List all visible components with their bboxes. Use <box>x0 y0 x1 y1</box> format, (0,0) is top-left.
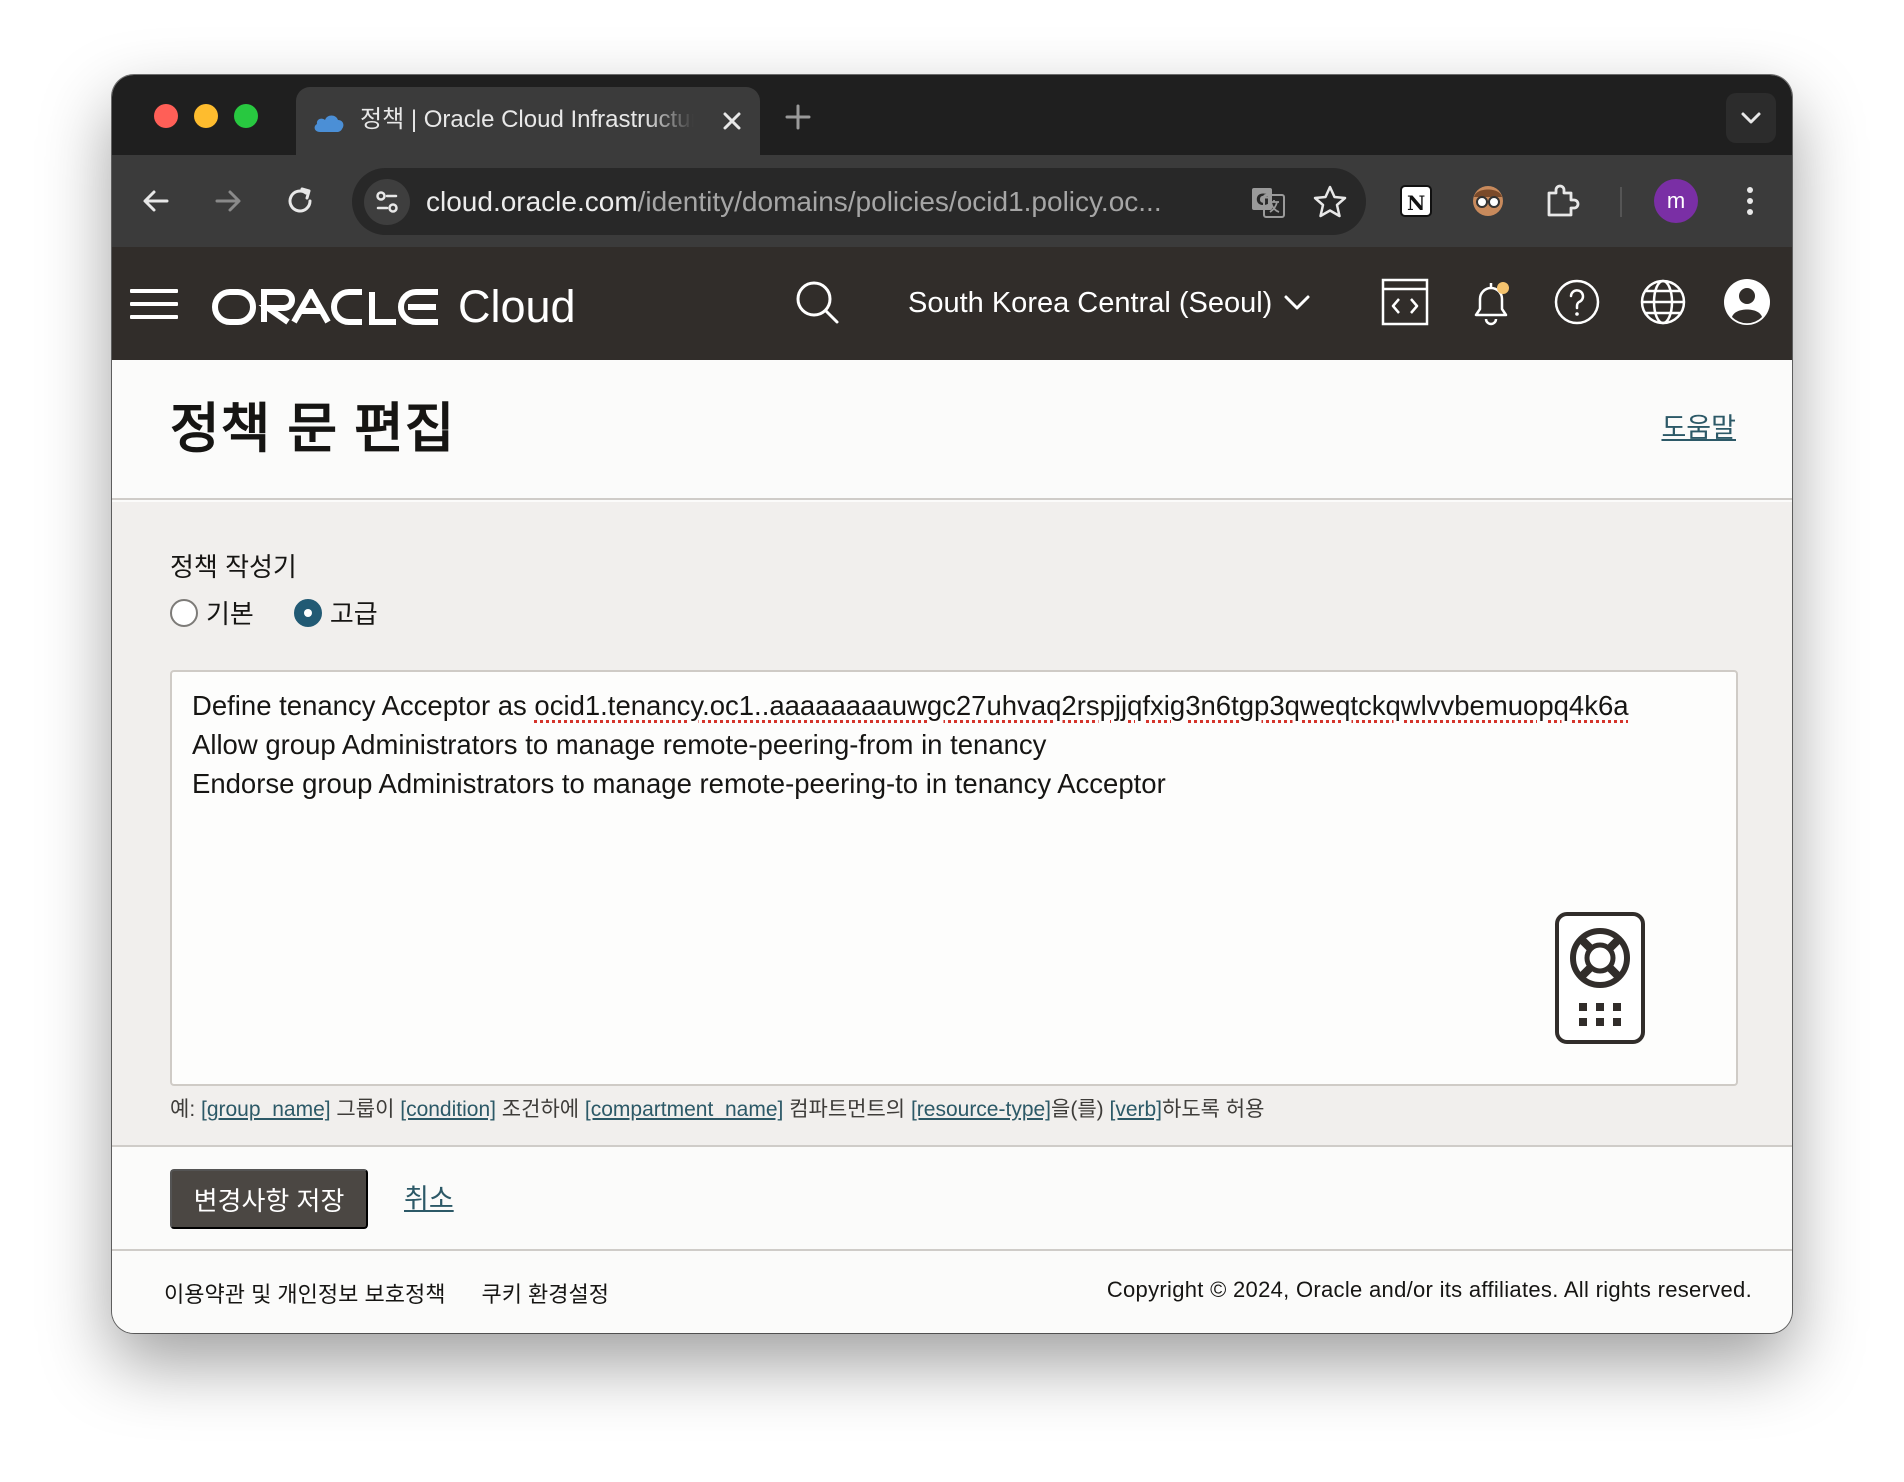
policy-line-define: Define tenancy Acceptor as ocid1.tenancy… <box>192 686 1716 725</box>
close-tab-icon[interactable] <box>718 107 746 135</box>
brand-cloud-text: Cloud <box>458 281 576 332</box>
profile-avatar[interactable]: m <box>1654 179 1698 223</box>
close-window-button[interactable] <box>154 104 178 128</box>
forward-arrow-icon[interactable] <box>206 179 250 223</box>
policy-builder-mode: 기본 고급 <box>170 594 418 631</box>
bookmark-star-icon[interactable] <box>1310 182 1350 222</box>
chevron-down-icon <box>1741 112 1761 124</box>
url-domain: cloud.oracle.com <box>426 186 638 217</box>
address-bar[interactable]: cloud.oracle.com/identity/domains/polici… <box>352 168 1366 235</box>
policy-statements-textarea[interactable]: Define tenancy Acceptor as ocid1.tenancy… <box>170 670 1738 1086</box>
hint-text: 그룹이 <box>330 1098 401 1121</box>
page-title: 정책 문 편집 <box>170 399 456 459</box>
radio-basic[interactable]: 기본 <box>170 594 254 631</box>
browser-tab-active[interactable]: 정책 | Oracle Cloud Infrastructure <box>296 87 760 155</box>
footer-links: 이용약관 및 개인정보 보호정책 쿠키 환경설정 <box>164 1277 609 1309</box>
radio-basic-label: 기본 <box>206 599 254 629</box>
oracle-wordmark-icon <box>212 289 438 325</box>
window-controls <box>154 104 258 128</box>
radio-advanced-button[interactable] <box>293 598 322 627</box>
language-globe-icon[interactable] <box>1638 277 1688 327</box>
region-name: South Korea Central (Seoul) <box>908 286 1273 319</box>
policy-editor-panel: 정책 작성기 기본 고급 Define tenancy Acceptor as … <box>112 502 1792 1145</box>
search-icon[interactable] <box>792 277 842 327</box>
cancel-link[interactable]: 취소 <box>404 1181 454 1217</box>
syntax-example-hint: 예: [group_name] 그룹이 [condition] 조건하에 [co… <box>170 1096 1264 1124</box>
minimize-window-button[interactable] <box>194 104 218 128</box>
user-profile-icon[interactable] <box>1722 277 1772 327</box>
hint-text: 조건하에 <box>495 1098 585 1121</box>
cookie-preferences-link[interactable]: 쿠키 환경설정 <box>481 1277 609 1309</box>
help-question-icon[interactable] <box>1552 277 1602 327</box>
form-actions: 변경사항 저장 취소 <box>112 1145 1792 1251</box>
new-tab-icon[interactable] <box>784 103 812 131</box>
notion-extension-icon[interactable]: N <box>1394 179 1438 223</box>
hint-prefix: 예: <box>170 1098 201 1121</box>
copyright-text: Copyright © 2024, Oracle and/or its affi… <box>1106 1277 1752 1302</box>
hint-text: 을(를) <box>1051 1098 1110 1121</box>
zoom-window-button[interactable] <box>234 104 258 128</box>
policy-line-endorse: Endorse group Administrators to manage r… <box>192 768 1166 799</box>
browser-window: 정책 | Oracle Cloud Infrastructure cloud.o… <box>112 75 1792 1333</box>
back-arrow-icon[interactable] <box>134 179 178 223</box>
site-info-button[interactable] <box>364 179 410 225</box>
tune-icon <box>376 191 398 213</box>
tenancy-ocid: ocid1.tenancy.oc1..aaaaaaaauwgc27uhvaq2r… <box>534 690 1629 721</box>
console-header: Cloud South Korea Central (Seoul) <box>112 247 1792 360</box>
url-path: /identity/domains/policies/ocid1.policy.… <box>637 186 1162 217</box>
navigation-menu-icon[interactable] <box>130 289 178 319</box>
kebab-menu-icon[interactable] <box>1728 179 1772 223</box>
reload-icon[interactable] <box>278 179 322 223</box>
lifebuoy-support-icon <box>1570 928 1630 1026</box>
translate-icon[interactable]: G <box>1248 182 1288 222</box>
extensions-puzzle-icon[interactable] <box>1540 179 1584 223</box>
tab-strip: 정책 | Oracle Cloud Infrastructure <box>112 75 1792 155</box>
hint-condition-link[interactable]: [condition] <box>400 1098 496 1121</box>
oracle-cloud-logo[interactable]: Cloud <box>212 279 576 335</box>
save-changes-button[interactable]: 변경사항 저장 <box>170 1169 368 1229</box>
radio-advanced-label: 고급 <box>329 599 378 629</box>
radio-advanced[interactable]: 고급 <box>293 594 378 631</box>
avatar-extension-icon[interactable] <box>1466 179 1510 223</box>
notification-bell-icon[interactable] <box>1466 277 1516 327</box>
hint-group-name-link[interactable]: [group_name] <box>201 1098 331 1121</box>
toolbar-divider <box>1620 187 1622 217</box>
tab-search-button[interactable] <box>1726 93 1776 143</box>
hint-verb-link[interactable]: [verb] <box>1109 1098 1162 1121</box>
url-text: cloud.oracle.com/identity/domains/polici… <box>426 184 1236 220</box>
help-link[interactable]: 도움말 <box>1661 410 1736 446</box>
policy-line-allow: Allow group Administrators to manage rem… <box>192 729 1047 760</box>
page-footer: 이용약관 및 개인정보 보호정책 쿠키 환경설정 Copyright © 202… <box>112 1251 1792 1333</box>
chevron-down-icon <box>1284 295 1310 310</box>
hint-resource-type-link[interactable]: [resource-type] <box>911 1098 1051 1121</box>
svg-text:G: G <box>1256 190 1269 209</box>
hint-text: 하도록 허용 <box>1162 1098 1265 1121</box>
page-header: 정책 문 편집 도움말 <box>112 360 1792 500</box>
oracle-cloud-favicon-icon <box>314 115 344 132</box>
terms-privacy-link[interactable]: 이용약관 및 개인정보 보호정책 <box>164 1277 445 1309</box>
tab-title: 정책 | Oracle Cloud Infrastructure <box>360 106 694 133</box>
svg-text:N: N <box>1407 191 1425 215</box>
policy-builder-label: 정책 작성기 <box>170 552 297 582</box>
hint-compartment-link[interactable]: [compartment_name] <box>585 1098 783 1121</box>
radio-basic-button[interactable] <box>170 598 198 627</box>
define-prefix: Define tenancy Acceptor as <box>192 690 535 721</box>
hint-text: 컴파트먼트의 <box>783 1098 911 1121</box>
region-selector[interactable]: South Korea Central (Seoul) <box>908 281 1312 325</box>
floating-help-widget[interactable] <box>1555 912 1645 1044</box>
browser-toolbar: cloud.oracle.com/identity/domains/polici… <box>112 155 1792 247</box>
developer-tools-icon[interactable] <box>1380 277 1430 327</box>
